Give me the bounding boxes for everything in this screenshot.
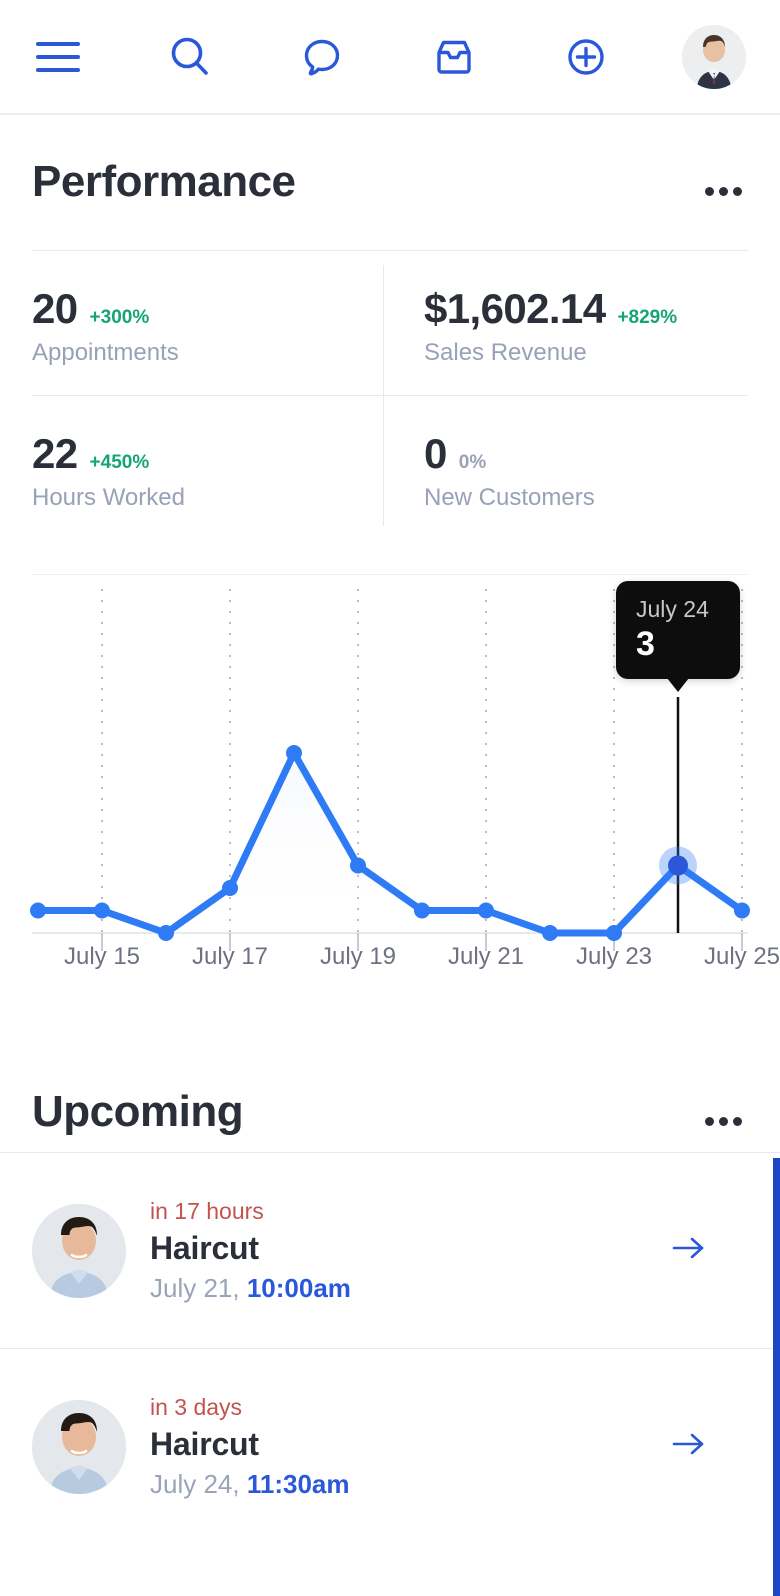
stat-sales-revenue-value: $1,602.14 bbox=[424, 285, 606, 332]
appointment-datetime: July 24, 11:30am bbox=[150, 1466, 648, 1502]
stat-sales-revenue: $1,602.14 +829% Sales Revenue bbox=[390, 251, 748, 395]
account-avatar-button[interactable] bbox=[682, 24, 746, 89]
app-root: Performance 20 +300% Appointments $1,602… bbox=[0, 0, 780, 1596]
appointment-avatar bbox=[32, 1399, 126, 1494]
stat-sales-revenue-top: $1,602.14 +829% bbox=[424, 285, 748, 333]
chart-x-tick-label: July 21 bbox=[447, 943, 525, 970]
chart-point[interactable] bbox=[94, 902, 110, 919]
page-title: Performance bbox=[32, 157, 296, 206]
stat-sales-revenue-delta: +829% bbox=[617, 307, 678, 328]
chart-point[interactable] bbox=[606, 925, 622, 941]
chart-x-tick-label: July 17 bbox=[191, 943, 269, 970]
avatar bbox=[682, 24, 746, 89]
appointment-datetime: July 21, 10:00am bbox=[150, 1270, 648, 1306]
stat-sales-revenue-label: Sales Revenue bbox=[424, 339, 587, 366]
chart-tooltip-value: 3 bbox=[636, 624, 655, 663]
upcoming-header: Upcoming bbox=[0, 1090, 780, 1134]
chart-point[interactable] bbox=[286, 745, 302, 761]
top-navigation-bar bbox=[0, 0, 780, 115]
hamburger-lines bbox=[36, 41, 80, 72]
appointment-date: July 21, bbox=[150, 1272, 240, 1303]
inbox-icon[interactable] bbox=[418, 21, 490, 93]
chart-point[interactable] bbox=[478, 902, 494, 919]
upcoming-list: in 17 hours Haircut July 21, 10:00am in … bbox=[0, 1152, 780, 1544]
stat-appointments-label: Appointments bbox=[32, 339, 179, 366]
chart-x-tick-label: July 15 bbox=[63, 943, 141, 970]
appointment-date: July 24, bbox=[150, 1468, 240, 1499]
upcoming-more-button[interactable] bbox=[699, 1109, 748, 1134]
chart-point[interactable] bbox=[158, 925, 174, 941]
chart-point[interactable] bbox=[30, 902, 46, 919]
stats-grid: 20 +300% Appointments $1,602.14 +829% Sa… bbox=[32, 251, 748, 540]
appointment-time: 11:30am bbox=[246, 1468, 350, 1499]
appointment-open-arrow-icon[interactable] bbox=[672, 1431, 748, 1462]
stat-new-customers: 0 0% New Customers bbox=[390, 396, 748, 540]
upcoming-section: Upcoming in 17 hours Haircut July 21, 10… bbox=[0, 1090, 780, 1544]
chart-x-tick-label: July 25 bbox=[703, 943, 780, 970]
performance-section: Performance 20 +300% Appointments $1,602… bbox=[0, 160, 780, 975]
stat-appointments-delta: +300% bbox=[89, 307, 150, 328]
performance-more-button[interactable] bbox=[699, 179, 748, 204]
appointment-title: Haircut bbox=[150, 1425, 259, 1462]
chart-point[interactable] bbox=[414, 902, 430, 919]
stats-row-1: 20 +300% Appointments $1,602.14 +829% Sa… bbox=[32, 251, 748, 395]
menu-icon[interactable] bbox=[22, 21, 94, 93]
chart-tooltip-date: July 24 bbox=[636, 596, 709, 622]
appointment-details: in 3 days Haircut July 24, 11:30am bbox=[150, 1391, 648, 1503]
appointment-relative-time: in 3 days bbox=[150, 1393, 243, 1420]
stat-new-customers-top: 0 0% bbox=[424, 430, 748, 478]
chart-point[interactable] bbox=[734, 902, 750, 919]
stat-hours-worked-value: 22 bbox=[32, 430, 78, 477]
chat-icon[interactable] bbox=[286, 21, 358, 93]
stat-new-customers-delta: 0% bbox=[458, 452, 487, 473]
appointment-details: in 17 hours Haircut July 21, 10:00am bbox=[150, 1195, 648, 1307]
stat-hours-worked-label: Hours Worked bbox=[32, 484, 185, 511]
list-item[interactable]: in 3 days Haircut July 24, 11:30am bbox=[0, 1348, 780, 1544]
stat-new-customers-value: 0 bbox=[424, 430, 447, 477]
list-item[interactable]: in 17 hours Haircut July 21, 10:00am bbox=[0, 1152, 780, 1348]
chart-tooltip: July 24 3 bbox=[616, 581, 740, 693]
chart-x-tick-label: July 23 bbox=[575, 943, 653, 970]
chart-point[interactable] bbox=[222, 880, 238, 896]
vertical-scrollbar[interactable] bbox=[773, 1158, 780, 1596]
stat-appointments: 20 +300% Appointments bbox=[32, 251, 390, 395]
stats-row-2: 22 +450% Hours Worked 0 0% New Customers bbox=[32, 396, 748, 540]
stat-hours-worked: 22 +450% Hours Worked bbox=[32, 396, 390, 540]
performance-line-chart[interactable]: July 15 July 17 July 19 July 21 July 23 July … bbox=[0, 575, 780, 975]
performance-header: Performance bbox=[0, 160, 780, 204]
upcoming-title: Upcoming bbox=[32, 1087, 244, 1136]
chart-x-tick-label: July 19 bbox=[319, 943, 397, 970]
chart-highlighted-point bbox=[659, 846, 697, 885]
stat-new-customers-label: New Customers bbox=[424, 484, 595, 511]
appointment-open-arrow-icon[interactable] bbox=[672, 1235, 748, 1266]
stat-appointments-value: 20 bbox=[32, 285, 78, 332]
chart-point[interactable] bbox=[542, 925, 558, 941]
performance-chart-section: July 15 July 17 July 19 July 21 July 23 July … bbox=[0, 574, 780, 975]
stat-appointments-top: 20 +300% bbox=[32, 285, 390, 333]
search-icon[interactable] bbox=[154, 21, 226, 93]
appointment-relative-time: in 17 hours bbox=[150, 1197, 264, 1224]
appointment-time: 10:00am bbox=[246, 1272, 351, 1303]
appointment-avatar bbox=[32, 1203, 126, 1298]
chart-point[interactable] bbox=[350, 857, 366, 874]
chart-x-axis-labels: July 15 July 17 July 19 July 21 July 23 July … bbox=[0, 943, 780, 977]
add-circle-icon[interactable] bbox=[550, 21, 622, 93]
appointment-title: Haircut bbox=[150, 1229, 259, 1266]
stat-hours-worked-top: 22 +450% bbox=[32, 430, 390, 478]
stat-hours-worked-delta: +450% bbox=[89, 452, 150, 473]
